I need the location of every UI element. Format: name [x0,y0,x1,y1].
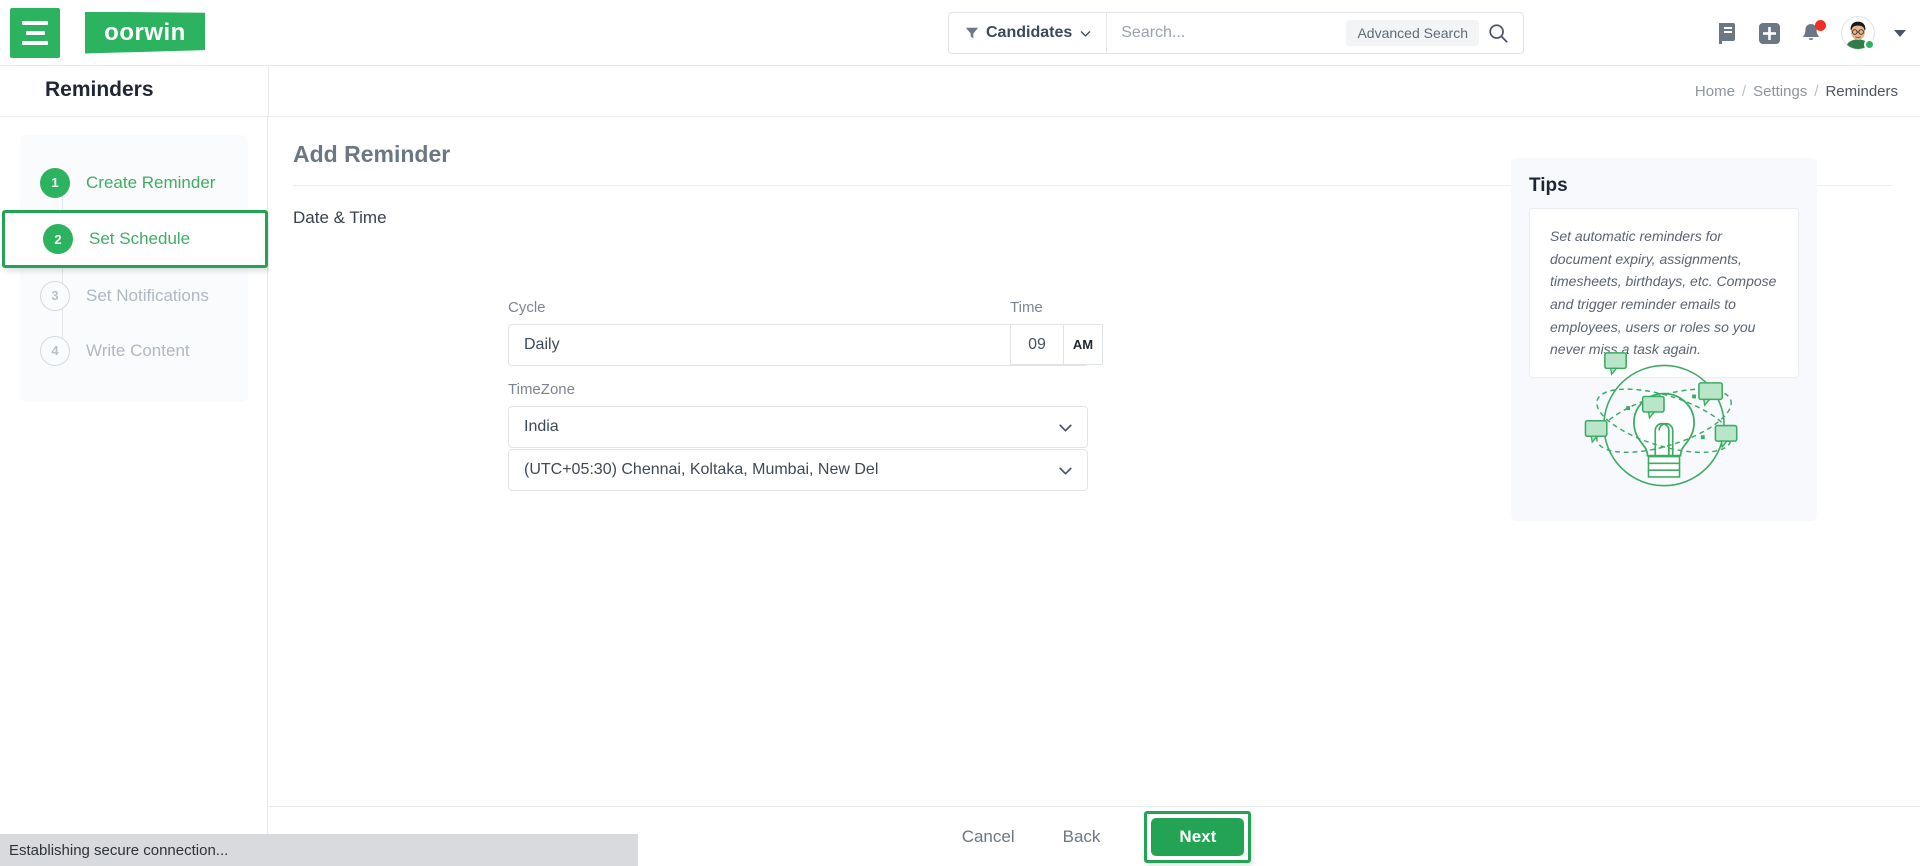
next-button-focus-ring: Next [1144,810,1252,863]
time-label: Time [1010,299,1043,316]
breadcrumb-item-home[interactable]: Home [1695,83,1735,100]
sidebar-item-create-reminder[interactable]: 1 Create Reminder [20,155,248,210]
hamburger-bar [22,40,48,45]
header-divider [268,66,269,117]
step-number-4: 4 [40,335,70,366]
form-title: Add Reminder [293,141,451,167]
chevron-down-icon [1059,424,1072,432]
search-input[interactable] [1107,14,1347,52]
next-button[interactable]: Next [1151,817,1245,856]
step-number-3: 3 [40,280,70,311]
cancel-button[interactable]: Cancel [938,817,1039,857]
timezone-field-group: TimeZone India [508,381,1088,448]
header-icon-group [1717,12,1906,54]
plus-square-icon[interactable] [1758,22,1781,45]
chevron-down-icon [1059,467,1072,475]
timezone-country-select[interactable]: India [508,406,1088,448]
breadcrumb-item-reminders: Reminders [1825,83,1898,100]
search-category-dropdown[interactable]: Candidates [949,13,1108,53]
search-category-label: Candidates [986,24,1073,41]
lightbulb-network-illustration [1584,352,1738,487]
hamburger-bar [25,30,45,35]
breadcrumb: Home / Settings / Reminders [1695,83,1898,100]
timezone-offset-select[interactable]: (UTC+05:30) Chennai, Koltaka, Mumbai, Ne… [508,449,1088,491]
sidebar-item-set-notifications[interactable]: 3 Set Notifications [20,268,248,323]
status-bar: Establishing secure connection... [0,834,638,866]
timezone-offset-field-group: (UTC+05:30) Chennai, Koltaka, Mumbai, Ne… [508,449,1088,491]
left-panel: 1 Create Reminder 2 Set Schedule 3 Set N… [0,117,268,866]
cycle-label: Cycle [508,299,546,316]
logo-text: oorwin [104,18,186,46]
sub-header: Reminders Home / Settings / Reminders [0,66,1920,117]
step-number-1: 1 [40,167,70,198]
top-header: oorwin Candidates Advanced Search [0,0,1920,66]
notification-badge [1815,19,1826,31]
breadcrumb-separator: / [1814,83,1819,100]
step-label-create-reminder: Create Reminder [86,172,216,192]
back-button[interactable]: Back [1039,817,1125,857]
cycle-field-group: Cycle Daily [508,299,1088,366]
cycle-select[interactable]: Daily [508,324,1088,366]
section-label-date-time: Date & Time [293,208,387,227]
time-meridiem-toggle[interactable]: AM [1063,324,1103,365]
bell-icon[interactable] [1800,19,1826,45]
hamburger-icon[interactable] [10,7,60,58]
page-title: Reminders [45,78,154,101]
step-label-set-notifications: Set Notifications [86,285,209,305]
chevron-down-icon [1080,30,1091,37]
tips-body-text: Set automatic reminders for document exp… [1550,228,1777,358]
wizard-stepper: 1 Create Reminder 2 Set Schedule 3 Set N… [2,135,268,402]
step-number-2: 2 [43,224,73,254]
sidebar-item-write-content[interactable]: 4 Write Content [20,323,248,378]
cycle-value: Daily [524,336,560,353]
tips-panel: Tips Set automatic reminders for documen… [1511,158,1817,521]
oorwin-logo[interactable]: oorwin [85,11,205,54]
sidebar-item-set-schedule[interactable]: 2 Set Schedule [2,210,268,268]
tips-heading: Tips [1529,175,1568,196]
time-field-group: Time 09 AM [1010,299,1103,365]
breadcrumb-separator: / [1741,83,1747,100]
funnel-icon [965,27,979,39]
global-search-bar: Candidates Advanced Search [948,12,1524,54]
note-add-icon[interactable] [1717,21,1739,45]
main-content: Add Reminder Date & Time Cycle Daily Tim… [269,117,1920,806]
status-bar-text: Establishing secure connection... [9,841,229,859]
online-status-dot [1864,39,1875,50]
time-hour-input[interactable]: 09 [1010,324,1063,365]
breadcrumb-item-settings[interactable]: Settings [1753,83,1807,100]
hamburger-bar [22,20,48,25]
timezone-country-value: India [524,418,559,435]
caret-down-icon[interactable] [1894,29,1906,37]
step-label-write-content: Write Content [86,340,190,360]
step-label-set-schedule: Set Schedule [89,229,191,248]
timezone-offset-value: (UTC+05:30) Chennai, Koltaka, Mumbai, Ne… [524,461,879,478]
advanced-search-button[interactable]: Advanced Search [1346,20,1479,46]
search-icon[interactable] [1487,22,1509,44]
time-stepper: 09 AM [1010,324,1103,365]
timezone-label: TimeZone [508,381,575,398]
avatar[interactable] [1841,16,1875,50]
